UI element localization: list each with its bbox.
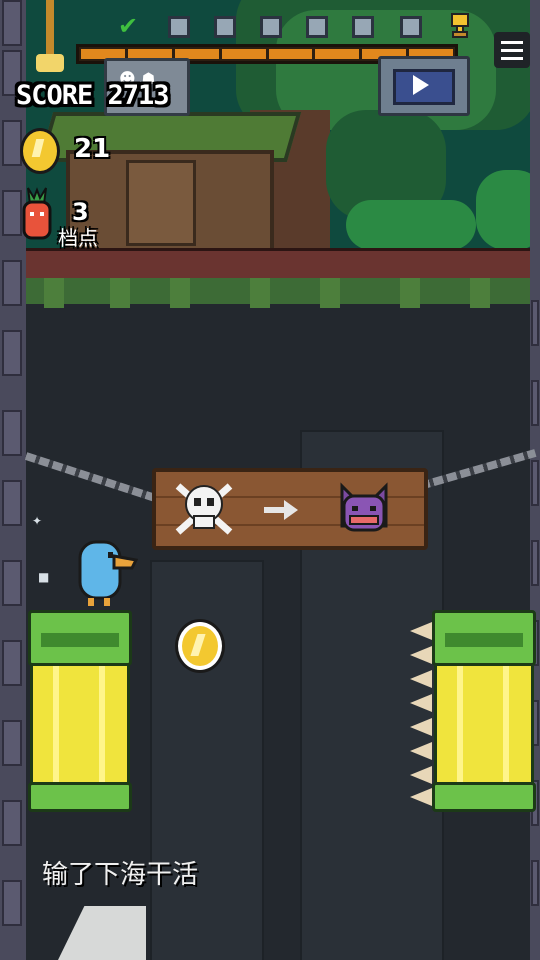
wall-brick bbox=[2, 720, 22, 766]
bush bbox=[346, 200, 476, 250]
wall-brick bbox=[2, 800, 22, 846]
level-marker bbox=[306, 16, 328, 38]
wall-brick bbox=[2, 480, 22, 526]
wall-brick bbox=[2, 330, 22, 376]
lamp-icon bbox=[36, 54, 64, 72]
menu-button[interactable] bbox=[494, 32, 530, 68]
spike bbox=[410, 742, 432, 760]
wall-brick bbox=[2, 410, 22, 456]
sparkle-icon: ✦ bbox=[32, 514, 43, 528]
spike bbox=[410, 670, 432, 688]
spike bbox=[410, 622, 432, 640]
left-platform bbox=[28, 610, 132, 812]
moss-drip bbox=[170, 278, 190, 308]
caption-text: 输了下海干活 bbox=[42, 860, 199, 890]
wall-brick bbox=[531, 540, 539, 586]
game-stage: ✔ ☻ ☗ SCORE 2713 21 3 档点 ✦ ■ 输了下海干活 bbox=[0, 0, 540, 960]
chain bbox=[24, 452, 155, 502]
player-bird bbox=[78, 540, 138, 606]
right-platform bbox=[410, 610, 536, 812]
play-icon bbox=[413, 75, 429, 95]
wall-brick bbox=[2, 190, 22, 236]
checkpoint-label: 档点 bbox=[58, 226, 98, 250]
progress-segment bbox=[315, 49, 360, 59]
wall-brick bbox=[2, 260, 22, 306]
coin-icon bbox=[20, 128, 60, 174]
platform-cap bbox=[432, 610, 536, 666]
moss-drip bbox=[320, 278, 340, 308]
rock bbox=[58, 906, 146, 960]
level-marker bbox=[352, 16, 374, 38]
wall-brick bbox=[2, 640, 22, 686]
trophy-icon bbox=[451, 13, 469, 38]
platform-body bbox=[30, 666, 130, 784]
wall-brick bbox=[531, 860, 539, 906]
spike bbox=[410, 788, 432, 806]
level-marker bbox=[400, 16, 422, 38]
platform-base bbox=[432, 782, 536, 812]
progress-segment bbox=[221, 49, 266, 59]
sparkle-icon: ■ bbox=[38, 570, 50, 584]
spike bbox=[410, 718, 432, 736]
level-marker bbox=[168, 16, 190, 38]
arrow-right-icon bbox=[264, 500, 298, 520]
moss-strip bbox=[26, 278, 530, 304]
platform-cap bbox=[28, 610, 132, 666]
menu-icon-bar bbox=[501, 48, 523, 52]
wall-brick bbox=[531, 300, 539, 346]
watch-video-button[interactable] bbox=[378, 56, 470, 116]
coin-count: 21 bbox=[74, 134, 111, 164]
check-icon: ✔ bbox=[118, 12, 139, 40]
spike bbox=[410, 694, 432, 712]
pole bbox=[46, 0, 54, 58]
coin-pickup bbox=[178, 622, 222, 670]
wall-brick bbox=[2, 120, 22, 166]
bush bbox=[476, 170, 530, 250]
moss-drip bbox=[470, 278, 490, 308]
demon-face-icon bbox=[340, 482, 388, 532]
wall-brick bbox=[531, 380, 539, 426]
platform-base bbox=[28, 782, 132, 812]
house-door bbox=[126, 160, 196, 246]
carrot-icon bbox=[22, 187, 52, 240]
menu-icon-bar bbox=[501, 56, 523, 60]
menu-icon bbox=[501, 40, 523, 44]
level-marker bbox=[214, 16, 236, 38]
moss-drip bbox=[250, 278, 270, 308]
spike bbox=[410, 646, 432, 664]
score-label: SCORE 2713 bbox=[16, 80, 170, 111]
wall-brick bbox=[2, 880, 22, 926]
level-marker bbox=[260, 16, 282, 38]
background-pillar bbox=[150, 560, 264, 960]
moss-drip bbox=[44, 278, 64, 308]
right-wall bbox=[530, 0, 540, 960]
wall-brick bbox=[531, 460, 539, 506]
wall-brick bbox=[2, 560, 22, 606]
spike bbox=[410, 766, 432, 784]
moss-drip bbox=[110, 278, 130, 308]
wall-brick bbox=[2, 0, 22, 46]
moss-drip bbox=[400, 278, 420, 308]
skull-crossbones-icon bbox=[175, 483, 233, 535]
progress-segment bbox=[268, 49, 313, 59]
platform-body bbox=[434, 666, 534, 784]
